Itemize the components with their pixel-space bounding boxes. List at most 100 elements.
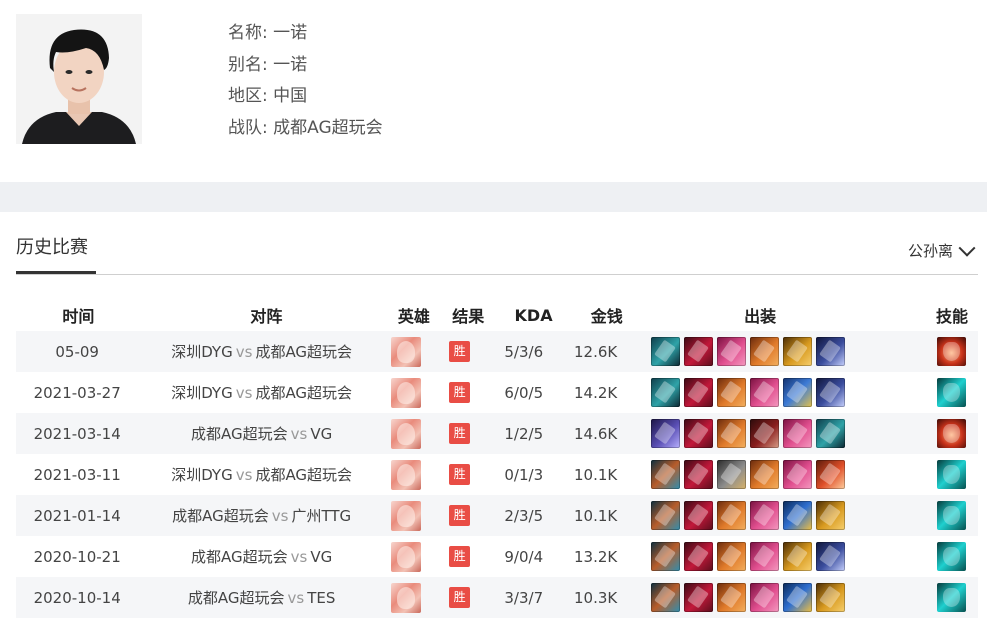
red-flame-skill-icon[interactable] <box>936 419 966 448</box>
hero-filter-dropdown[interactable]: 公孙离 <box>907 239 976 261</box>
orange-bow-icon[interactable] <box>717 419 747 448</box>
teal-gem-icon[interactable] <box>816 419 846 448</box>
blue-boots-icon[interactable] <box>651 501 681 530</box>
team-a-name[interactable]: 深圳DYG <box>171 384 233 402</box>
hero-portrait-icon[interactable] <box>391 418 422 449</box>
team-b-name[interactable]: VG <box>310 548 332 566</box>
hero-portrait-icon[interactable] <box>391 336 422 367</box>
dark-blade-icon[interactable] <box>816 542 846 571</box>
match-teams[interactable]: 深圳DYG vs 成都AG超玩会 <box>138 382 385 403</box>
crimson-blade-icon[interactable] <box>684 337 714 366</box>
dark-blade-icon[interactable] <box>816 378 846 407</box>
cyan-purify-skill-icon[interactable] <box>936 501 966 530</box>
crimson-blade-icon[interactable] <box>684 501 714 530</box>
team-b-name[interactable]: VG <box>310 425 332 443</box>
cyan-purify-skill-icon[interactable] <box>936 583 966 612</box>
blue-boots-icon[interactable] <box>651 542 681 571</box>
match-time: 2020-10-21 <box>33 547 121 566</box>
crimson-blade-icon[interactable] <box>684 419 714 448</box>
gold-value: 14.6K <box>573 424 618 443</box>
gold-gem-icon[interactable] <box>783 501 813 530</box>
teal-gem-icon[interactable] <box>651 337 681 366</box>
header-time: 时间 <box>62 307 95 326</box>
orange-bow-icon[interactable] <box>717 501 747 530</box>
player-profile: 名称: 一诺 别名: 一诺 地区: 中国 战队: 成都AG超玩会 <box>0 0 987 182</box>
team-b-name[interactable]: 成都AG超玩会 <box>255 384 352 402</box>
hero-filter-value: 公孙离 <box>907 242 953 260</box>
pink-bow-icon[interactable] <box>750 501 780 530</box>
dark-blade-icon[interactable] <box>816 337 846 366</box>
team-a-name[interactable]: 成都AG超玩会 <box>188 589 285 607</box>
cyan-purify-skill-icon[interactable] <box>936 542 966 571</box>
red-dagger-icon[interactable] <box>750 419 780 448</box>
crimson-blade-icon[interactable] <box>684 460 714 489</box>
pink-bow-icon[interactable] <box>750 378 780 407</box>
match-teams[interactable]: 深圳DYG vs 成都AG超玩会 <box>138 341 385 362</box>
match-teams[interactable]: 深圳DYG vs 成都AG超玩会 <box>138 464 385 485</box>
team-a-name[interactable]: 深圳DYG <box>171 343 233 361</box>
hero-portrait-icon[interactable] <box>391 541 422 572</box>
teal-gem-icon[interactable] <box>651 378 681 407</box>
hero-portrait-icon[interactable] <box>391 459 422 490</box>
gold-value: 10.3K <box>573 588 618 607</box>
table-row[interactable]: 05-09 深圳DYG vs 成都AG超玩会 胜 5/3/6 12.6K <box>16 331 978 372</box>
team-b-name[interactable]: TES <box>307 589 335 607</box>
gold-armor-icon[interactable] <box>783 337 813 366</box>
blue-boots-icon[interactable] <box>651 583 681 612</box>
orange-bow-icon[interactable] <box>717 542 747 571</box>
table-row[interactable]: 2021-01-14 成都AG超玩会 vs 广州TTG 胜 2/3/5 10.1K <box>16 495 978 536</box>
region-label: 地区: <box>228 86 268 106</box>
vs-text: vs <box>290 548 308 566</box>
cyan-purify-skill-icon[interactable] <box>936 378 966 407</box>
team-a-name[interactable]: 成都AG超玩会 <box>191 425 288 443</box>
team-a-name[interactable]: 成都AG超玩会 <box>191 548 288 566</box>
player-alias-row: 别名: 一诺 <box>228 50 383 82</box>
crimson-blade-icon[interactable] <box>684 542 714 571</box>
gold-armor-icon[interactable] <box>783 542 813 571</box>
blue-boots-icon[interactable] <box>651 460 681 489</box>
orange-bow-icon[interactable] <box>717 583 747 612</box>
history-section-title[interactable]: 历史比赛 <box>16 236 88 260</box>
player-team-row: 战队: 成都AG超玩会 <box>228 113 383 145</box>
red-flame-skill-icon[interactable] <box>936 337 966 366</box>
hero-portrait-icon[interactable] <box>391 500 422 531</box>
silver-armor-icon[interactable] <box>717 460 747 489</box>
hero-portrait-icon[interactable] <box>391 582 422 613</box>
match-teams[interactable]: 成都AG超玩会 vs 广州TTG <box>138 505 385 526</box>
name-label: 名称: <box>228 23 268 43</box>
blue-gold-armor-icon[interactable] <box>783 378 813 407</box>
orange-bow-icon[interactable] <box>750 337 780 366</box>
crimson-blade-icon[interactable] <box>684 583 714 612</box>
team-b-name[interactable]: 广州TTG <box>291 507 351 525</box>
orange-bow-icon[interactable] <box>717 378 747 407</box>
gold-armor-icon[interactable] <box>816 583 846 612</box>
table-row[interactable]: 2021-03-27 深圳DYG vs 成都AG超玩会 胜 6/0/5 14.2K <box>16 372 978 413</box>
vs-text: vs <box>271 507 289 525</box>
pink-bow-icon[interactable] <box>783 460 813 489</box>
team-a-name[interactable]: 深圳DYG <box>171 466 233 484</box>
orange-bow-icon[interactable] <box>750 460 780 489</box>
match-teams[interactable]: 成都AG超玩会 vs TES <box>138 587 385 608</box>
match-teams[interactable]: 成都AG超玩会 vs VG <box>138 423 385 444</box>
team-b-name[interactable]: 成都AG超玩会 <box>255 343 352 361</box>
pink-bow-icon[interactable] <box>750 542 780 571</box>
pink-bow-icon[interactable] <box>750 583 780 612</box>
match-teams[interactable]: 成都AG超玩会 vs VG <box>138 546 385 567</box>
hero-portrait-icon[interactable] <box>391 377 422 408</box>
team-value[interactable]: 成都AG超玩会 <box>273 118 383 138</box>
table-row[interactable]: 2021-03-11 深圳DYG vs 成都AG超玩会 胜 0/1/3 10.1K <box>16 454 978 495</box>
red-arrow-icon[interactable] <box>816 460 846 489</box>
pink-bow-icon[interactable] <box>717 337 747 366</box>
purple-blade-icon[interactable] <box>651 419 681 448</box>
gold-gem-icon[interactable] <box>783 583 813 612</box>
gold-armor-icon[interactable] <box>816 501 846 530</box>
table-row[interactable]: 2020-10-14 成都AG超玩会 vs TES 胜 3/3/7 10.3K <box>16 577 978 618</box>
cyan-purify-skill-icon[interactable] <box>936 460 966 489</box>
team-a-name[interactable]: 成都AG超玩会 <box>172 507 269 525</box>
crimson-blade-icon[interactable] <box>684 378 714 407</box>
team-b-name[interactable]: 成都AG超玩会 <box>255 466 352 484</box>
table-row[interactable]: 2020-10-21 成都AG超玩会 vs VG 胜 9/0/4 13.2K <box>16 536 978 577</box>
table-row[interactable]: 2021-03-14 成都AG超玩会 vs VG 胜 1/2/5 14.6K <box>16 413 978 454</box>
pink-bow-icon[interactable] <box>783 419 813 448</box>
header-skill: 技能 <box>935 307 968 326</box>
